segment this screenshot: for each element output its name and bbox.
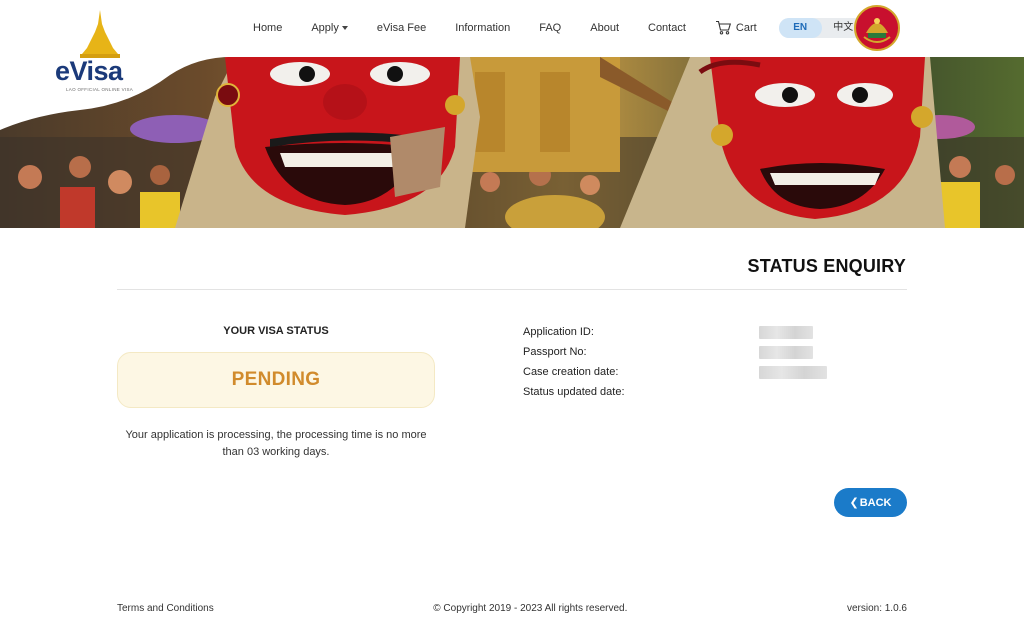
title-divider bbox=[117, 289, 907, 290]
cart-icon bbox=[715, 20, 731, 35]
chevron-left-icon: ❮ bbox=[849, 497, 859, 509]
main-nav: Home Apply eVisa Fee Information FAQ Abo… bbox=[240, 0, 865, 55]
nav-contact[interactable]: Contact bbox=[648, 22, 686, 34]
logo-subtitle: LAO OFFICIAL ONLINE VISA bbox=[66, 87, 134, 92]
terms-link[interactable]: Terms and Conditions bbox=[117, 603, 214, 614]
back-button[interactable]: ❮ BACK bbox=[834, 488, 907, 517]
nav-apply[interactable]: Apply bbox=[311, 22, 348, 34]
visa-status-heading: YOUR VISA STATUS bbox=[223, 325, 329, 337]
caret-down-icon bbox=[341, 25, 348, 30]
label-case-creation-date: Case creation date: bbox=[523, 366, 619, 378]
redacted-passport-no bbox=[759, 346, 813, 359]
label-status-updated-date: Status updated date: bbox=[523, 386, 625, 398]
cart-label: Cart bbox=[735, 21, 757, 34]
nav-evisa-fee[interactable]: eVisa Fee bbox=[377, 22, 426, 34]
pagoda-logo-icon bbox=[80, 10, 120, 58]
visa-status-message: Your application is processing, the proc… bbox=[125, 429, 427, 458]
label-application-id: Application ID: bbox=[523, 326, 594, 338]
visa-status-value: PENDING bbox=[231, 369, 321, 390]
nav-information[interactable]: Information bbox=[455, 22, 510, 34]
language-switcher: EN 中文 bbox=[778, 17, 865, 38]
site-footer: Terms and Conditions © Copyright 2019 - … bbox=[117, 603, 907, 614]
nav-apply-label: Apply bbox=[311, 21, 339, 34]
nav-faq[interactable]: FAQ bbox=[539, 22, 561, 34]
label-passport-no: Passport No: bbox=[523, 346, 587, 358]
national-emblem-icon bbox=[854, 5, 900, 51]
nav-about[interactable]: About bbox=[590, 22, 619, 34]
version-text: version: 1.0.6 bbox=[846, 603, 907, 614]
application-info: Application ID: Passport No: Case creati… bbox=[523, 325, 625, 405]
copyright-text: © Copyright 2019 - 2023 All rights reser… bbox=[433, 603, 628, 614]
evisa-logo[interactable]: eVisa bbox=[55, 56, 123, 87]
back-button-label: BACK bbox=[859, 496, 892, 509]
visa-status-badge: PENDING bbox=[117, 352, 435, 408]
nav-home[interactable]: Home bbox=[253, 22, 282, 34]
cart-link[interactable]: Cart bbox=[715, 20, 757, 35]
redacted-application-id bbox=[759, 326, 813, 339]
lang-en[interactable]: EN bbox=[778, 17, 822, 38]
redacted-case-creation-date bbox=[759, 366, 827, 379]
page-title: STATUS ENQUIRY bbox=[747, 256, 906, 276]
